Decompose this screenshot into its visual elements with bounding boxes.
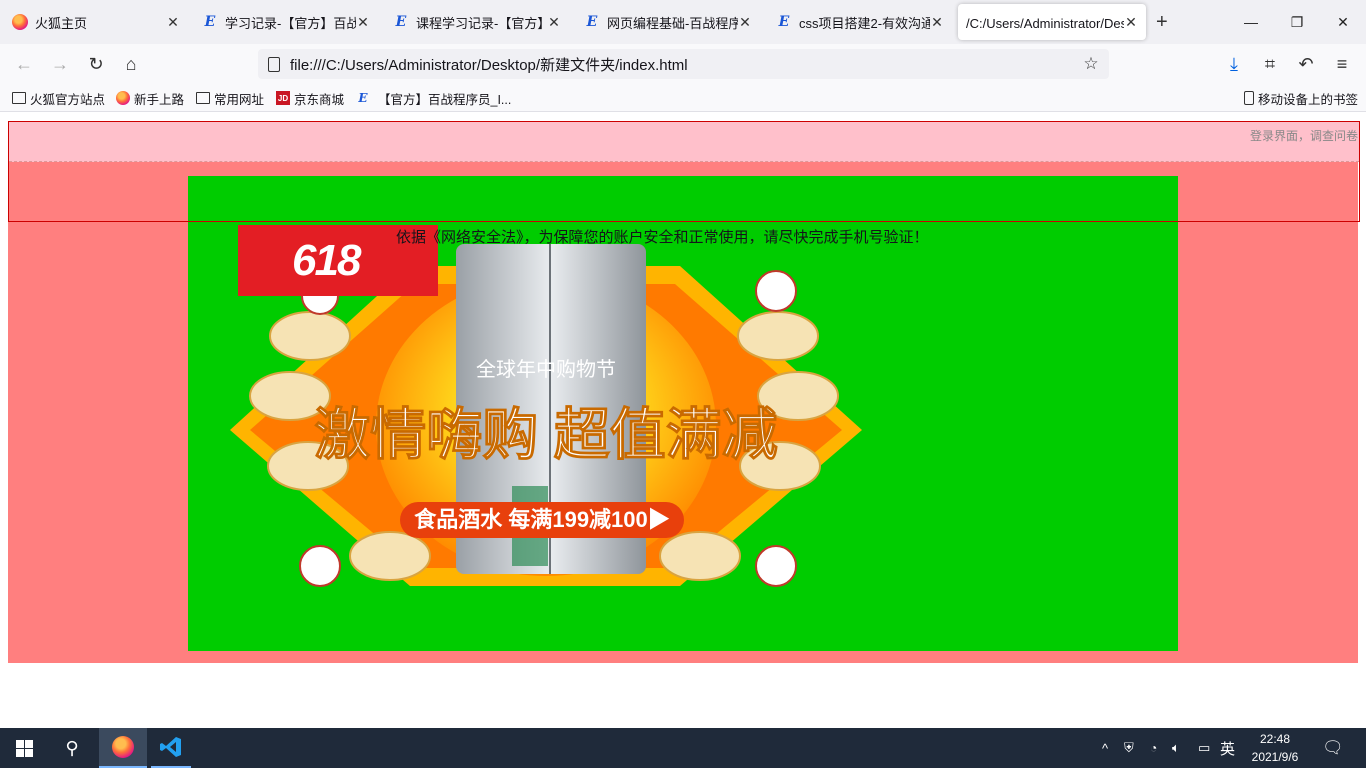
reload-icon[interactable]: ↻ (82, 50, 110, 78)
bz-site-icon: E (395, 14, 407, 30)
url-bar[interactable]: ☆ (258, 49, 1109, 79)
bookmark-jd[interactable]: JD 京东商城 (276, 89, 344, 107)
bookmark-label: 火狐官方站点 (30, 92, 106, 107)
clock-date: 2021/9/6 (1251, 750, 1299, 764)
folder-icon (12, 92, 26, 104)
network-icon[interactable]: ◔ (1150, 728, 1157, 768)
tab-course-records[interactable]: E 课程学习记录-【官方】百战程序员 ✕ (383, 4, 569, 40)
bookmark-getting-started[interactable]: 新手上路 (116, 89, 184, 107)
banner-subtitle: 全球年中购物节 (476, 358, 616, 381)
mobile-device-icon (1244, 91, 1254, 105)
security-notice: 依据《网络安全法》，为保障您的账户安全和正常使用，请尽快完成手机号验证！ (396, 229, 929, 246)
tab-title: 课程学习记录-【官方】百战程序员 (416, 15, 547, 31)
tab-index-html[interactable]: /C:/Users/Administrator/Desktop/新建文件夹/in… (958, 4, 1146, 40)
tab-study-records[interactable]: E 学习记录-【官方】百战程序员 ✕ (192, 4, 378, 40)
firefox-icon (116, 91, 130, 105)
firefox-icon (112, 736, 134, 758)
forward-icon[interactable]: → (46, 50, 74, 78)
restore-button[interactable]: ❐ (1274, 0, 1320, 44)
bookmarks-toolbar: 火狐官方站点 新手上路 常用网址 JD 京东商城 E 【官方】百战程序员_I..… (0, 84, 1366, 112)
jd-icon: JD (276, 91, 290, 105)
bz-site-icon: E (586, 14, 598, 30)
badge-618-text: 618 (292, 235, 361, 285)
address-input[interactable] (290, 55, 1079, 73)
new-tab-button[interactable]: + (1156, 12, 1168, 32)
show-hidden-icons[interactable]: ^ (1102, 728, 1108, 768)
tab-title: css项目搭建2-有效沟通配合 (799, 15, 930, 31)
battery-icon[interactable]: ▭ (1198, 728, 1210, 768)
page-viewport: 全球年中购物节 激情嗨购 超值满减 食品酒水 每满199减100▶ 618 登录… (0, 112, 1366, 728)
navigation-toolbar: ← → ↻ ⌂ ☆ ⤓ ⌗ ↶ ≡ (0, 44, 1366, 84)
close-icon[interactable]: ✕ (1124, 14, 1138, 31)
tab-title: 网页编程基础-百战程序员 (607, 15, 738, 31)
tab-title: /C:/Users/Administrator/Desktop/新建文件夹/in… (966, 15, 1124, 31)
folder-icon (196, 92, 210, 104)
bookmark-label: 【官方】百战程序员_I... (378, 92, 512, 107)
tab-title: 火狐主页 (35, 15, 88, 31)
tab-strip: 火狐主页 ✕ E 学习记录-【官方】百战程序员 ✕ E 课程学习记录-【官方】百… (0, 0, 1366, 44)
bz-site-icon: E (204, 14, 216, 30)
minimize-button[interactable]: — (1228, 0, 1274, 44)
back-icon[interactable]: ← (10, 50, 38, 78)
vscode-icon (160, 737, 181, 757)
ime-indicator[interactable]: 英 (1220, 728, 1235, 768)
clock-time: 22:48 (1259, 732, 1291, 746)
banner-headline: 激情嗨购 超值满减 (314, 403, 778, 466)
bookmark-common-sites[interactable]: 常用网址 (196, 89, 264, 107)
firefox-icon (12, 14, 28, 30)
close-icon[interactable]: ✕ (738, 14, 752, 31)
menu-icon[interactable]: ≡ (1328, 50, 1356, 78)
bz-site-icon: E (778, 14, 790, 30)
bz-site-icon: E (358, 91, 368, 105)
volume-icon[interactable]: 🔈︎ (1172, 728, 1180, 768)
mobile-bookmarks[interactable]: 移动设备上的书签 (1244, 89, 1358, 107)
header-outline (8, 121, 1360, 222)
screenshot-crop-icon[interactable]: ⌗ (1256, 50, 1284, 78)
downloads-icon[interactable]: ⤓ (1220, 50, 1248, 78)
home-icon[interactable]: ⌂ (117, 50, 145, 78)
close-icon[interactable]: ✕ (166, 14, 180, 31)
bookmark-label: 移动设备上的书签 (1258, 92, 1359, 107)
search-icon[interactable]: ⚲ (48, 728, 96, 768)
close-icon[interactable]: ✕ (547, 14, 561, 31)
tab-web-basics[interactable]: E 网页编程基础-百战程序员 ✕ (574, 4, 760, 40)
bookmark-label: 京东商城 (294, 92, 345, 107)
bookmark-label: 常用网址 (214, 92, 265, 107)
tab-title: 学习记录-【官方】百战程序员 (225, 15, 356, 31)
notification-icon[interactable]: 🗨︎ (1322, 728, 1344, 768)
page-icon (268, 56, 280, 72)
undo-close-icon[interactable]: ↶ (1292, 50, 1320, 78)
taskbar-firefox[interactable] (99, 728, 147, 768)
close-icon[interactable]: ✕ (930, 14, 944, 31)
bookmark-bz[interactable]: E 【官方】百战程序员_I... (356, 89, 511, 107)
bookmark-star-icon[interactable]: ☆ (1079, 54, 1103, 74)
login-survey-links[interactable]: 登录界面，调查问卷 (1250, 127, 1358, 144)
banner-cta: 食品酒水 每满199减100▶ (414, 507, 670, 532)
system-clock[interactable]: 22:48 2021/9/6 (1244, 730, 1306, 766)
windows-start-icon[interactable] (0, 728, 48, 768)
security-tray-icon[interactable]: ⛨ (1124, 728, 1134, 768)
taskbar-vscode[interactable] (151, 728, 191, 768)
bookmark-label: 新手上路 (134, 92, 185, 107)
tab-firefox-home[interactable]: 火狐主页 ✕ (2, 4, 188, 40)
tab-css-project[interactable]: E css项目搭建2-有效沟通配合 ✕ (766, 4, 952, 40)
windows-taskbar: ⚲ ^ ⛨ ◔ 🔈︎ ▭ 英 22:48 2021/9/6 🗨︎ (0, 728, 1366, 768)
window-close-button[interactable]: ✕ (1320, 0, 1366, 44)
bookmark-firefox-site[interactable]: 火狐官方站点 (12, 89, 105, 107)
close-icon[interactable]: ✕ (356, 14, 370, 31)
